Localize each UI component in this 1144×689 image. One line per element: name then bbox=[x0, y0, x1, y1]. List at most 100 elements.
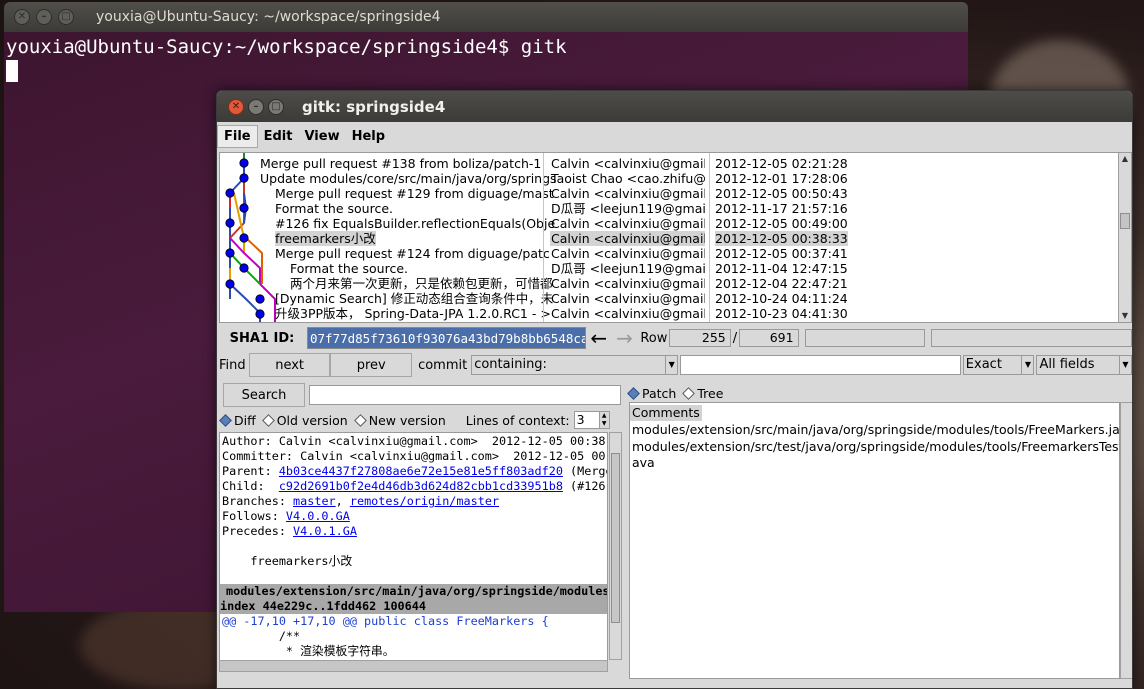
commit-author[interactable]: Calvin <calvinxiu@gmail. bbox=[551, 291, 705, 306]
commit-date[interactable]: 2012-12-05 00:37:41 bbox=[715, 246, 848, 261]
file-list-scrollbar[interactable] bbox=[1120, 402, 1132, 679]
maximize-icon[interactable]: □ bbox=[58, 9, 74, 25]
commit-summary[interactable]: 两个月来第一次更新，只是依赖包更新，可惜都 bbox=[290, 276, 553, 291]
author-column[interactable]: Calvin <calvinxiu@gmail. Taoist Chao <ca… bbox=[543, 153, 705, 322]
commit-date[interactable]: 2012-12-05 02:21:28 bbox=[715, 156, 848, 171]
history-scrollbar[interactable]: ▲ ▼ bbox=[1118, 153, 1131, 322]
menu-file[interactable]: File bbox=[217, 125, 258, 148]
parent-label: Parent: bbox=[222, 464, 279, 478]
commit-date[interactable]: 2012-12-05 00:50:43 bbox=[715, 186, 848, 201]
commit-date[interactable]: 2012-10-23 04:41:30 bbox=[715, 306, 848, 321]
file-item-continued[interactable]: ava bbox=[632, 455, 655, 471]
patch-label: Patch bbox=[642, 385, 677, 401]
commit-summary[interactable]: Merge pull request #129 from diguage/mas… bbox=[275, 186, 554, 201]
chevron-down-icon[interactable]: ▼ bbox=[1119, 356, 1131, 374]
commit-author[interactable]: Taoist Chao <cao.zhifu@g bbox=[551, 171, 705, 186]
commit-date[interactable]: 2012-12-05 00:49:00 bbox=[715, 216, 848, 231]
parent-link[interactable]: 4b03ce4437f27808ae6e72e15e81e5ff803adf20 bbox=[279, 464, 563, 478]
prev-button[interactable]: prev bbox=[330, 353, 413, 377]
menu-edit[interactable]: Edit bbox=[258, 126, 299, 147]
child-link[interactable]: c92d2691b0f2e4d46db3d624d82cbb1cd33951b8 bbox=[279, 479, 563, 493]
diff-radio[interactable]: Diff bbox=[219, 413, 256, 428]
new-version-radio[interactable]: New version bbox=[353, 412, 446, 428]
precedes-link[interactable]: V4.0.1.GA bbox=[293, 524, 357, 538]
commit-summary[interactable]: Merge pull request #124 from diguage/pat… bbox=[275, 246, 550, 261]
scroll-thumb[interactable] bbox=[1120, 213, 1130, 229]
menu-view[interactable]: View bbox=[298, 126, 345, 147]
commit-graph-column[interactable]: Merge pull request #138 from boliza/patc… bbox=[220, 153, 557, 322]
commit-summary[interactable]: Merge pull request #138 from boliza/patc… bbox=[260, 156, 541, 171]
minimize-icon[interactable]: – bbox=[248, 98, 264, 115]
commit-author[interactable]: D瓜哥 <leejun119@gmail bbox=[551, 201, 705, 216]
field-scope-select[interactable]: All fields ▼ bbox=[1036, 355, 1132, 375]
back-arrow-icon[interactable]: ← bbox=[586, 326, 612, 350]
commit-author[interactable]: Calvin <calvinxiu@gmail. bbox=[551, 216, 705, 231]
match-type-select[interactable]: Exact ▼ bbox=[962, 355, 1035, 375]
commit-summary[interactable]: Format the source. bbox=[275, 201, 393, 216]
commit-date-selected[interactable]: 2012-12-05 00:38:33 bbox=[715, 231, 848, 246]
gitk-titlebar[interactable]: ✕ – □ gitk: springside4 bbox=[217, 91, 1132, 122]
commit-summary[interactable]: #126 fix EqualsBuilder.reflectionEquals(… bbox=[275, 216, 555, 231]
sha-row: SHA1 ID: 07f77d85f73610f93076a43bd79b8bb… bbox=[217, 325, 1132, 351]
chevron-down-icon[interactable]: ▼ bbox=[665, 356, 677, 374]
scroll-down-icon[interactable]: ▼ bbox=[1119, 310, 1131, 322]
diff-horizontal-scrollbar[interactable] bbox=[219, 660, 608, 672]
branch-link[interactable]: remotes/origin/master bbox=[350, 494, 499, 508]
commit-author[interactable]: Calvin <calvinxiu@gmail. bbox=[551, 276, 705, 291]
progress-bar bbox=[804, 329, 926, 347]
tree-radio[interactable]: Tree bbox=[682, 386, 723, 401]
commit-summary[interactable]: [Dynamic Search] 修正动态组合查询条件中，未 bbox=[275, 291, 553, 306]
diff-text-pane[interactable]: Author: Calvin <calvinxiu@gmail.com> 201… bbox=[219, 432, 608, 672]
commit-author[interactable]: Calvin <calvinxiu@gmail. bbox=[551, 186, 705, 201]
search-input[interactable] bbox=[309, 385, 621, 405]
file-list-pane[interactable]: Comments modules/extension/src/main/java… bbox=[629, 402, 1120, 679]
lines-of-context-spinner[interactable]: 3 ▲ ▼ bbox=[573, 411, 610, 429]
comments-item[interactable]: Comments bbox=[630, 405, 702, 421]
gitk-window[interactable]: ✕ – □ gitk: springside4 File Edit View H… bbox=[216, 90, 1133, 689]
scroll-up-icon[interactable]: ▲ bbox=[1119, 153, 1131, 165]
menu-help[interactable]: Help bbox=[346, 126, 391, 147]
commit-author[interactable]: Calvin <calvinxiu@gmail. bbox=[551, 306, 705, 321]
close-icon[interactable]: ✕ bbox=[228, 98, 244, 115]
chevron-down-icon[interactable]: ▼ bbox=[1021, 356, 1033, 374]
commit-date[interactable]: 2012-12-04 22:47:21 bbox=[715, 276, 848, 291]
search-button[interactable]: Search bbox=[223, 383, 305, 407]
maximize-icon[interactable]: □ bbox=[268, 98, 284, 115]
scroll-thumb[interactable] bbox=[611, 453, 620, 623]
find-mode-select[interactable]: containing: ▼ bbox=[471, 355, 679, 375]
file-item[interactable]: modules/extension/src/test/java/org/spri… bbox=[632, 439, 1119, 455]
sha-label: SHA1 ID: bbox=[229, 330, 295, 346]
next-button[interactable]: next bbox=[248, 353, 331, 377]
commit-author[interactable]: Calvin <calvinxiu@gmail. bbox=[551, 246, 705, 261]
forward-arrow-icon[interactable]: → bbox=[612, 326, 638, 350]
commit-date[interactable]: 2012-10-24 04:11:24 bbox=[715, 291, 848, 306]
patch-radio[interactable]: Patch bbox=[627, 385, 677, 401]
sha-id-field[interactable]: 07f77d85f73610f93076a43bd79b8bb6548cab91 bbox=[306, 327, 586, 349]
minimize-icon[interactable]: – bbox=[36, 9, 52, 25]
commit-summary[interactable]: Format the source. bbox=[290, 261, 408, 276]
new-version-label: New version bbox=[368, 412, 446, 428]
find-input[interactable] bbox=[680, 355, 961, 375]
commit-summary[interactable]: Update modules/core/src/main/java/org/sp… bbox=[260, 171, 557, 186]
commit-author[interactable]: Calvin <calvinxiu@gmail. bbox=[551, 156, 705, 171]
follows-link[interactable]: V4.0.0.GA bbox=[286, 509, 350, 523]
commit-summary-selected[interactable]: freemarkers小改 bbox=[275, 231, 376, 246]
date-column[interactable]: 2012-12-05 02:21:28 2012-12-01 17:28:06 … bbox=[709, 153, 1118, 322]
commit-date[interactable]: 2012-11-04 12:47:15 bbox=[715, 261, 848, 276]
commit-author-selected[interactable]: Calvin <calvinxiu@gmail. bbox=[550, 231, 705, 246]
branch-link[interactable]: master bbox=[293, 494, 336, 508]
spinner-arrows-icon[interactable]: ▲ ▼ bbox=[598, 412, 609, 428]
commit-history[interactable]: Merge pull request #138 from boliza/patc… bbox=[219, 152, 1132, 323]
commit-summary[interactable]: 升级3PP版本， Spring-Data-JPA 1.2.0.RC1 - > bbox=[275, 306, 551, 321]
commit-date[interactable]: 2012-12-01 17:28:06 bbox=[715, 171, 848, 186]
commit-date[interactable]: 2012-11-17 21:57:16 bbox=[715, 201, 848, 216]
close-icon[interactable]: ✕ bbox=[14, 9, 30, 25]
commit-author[interactable]: D瓜哥 <leejun119@gmail bbox=[551, 261, 705, 276]
old-version-label: Old version bbox=[276, 412, 348, 428]
diff-scrollbar[interactable] bbox=[609, 432, 622, 660]
old-version-radio[interactable]: Old version bbox=[261, 412, 348, 428]
code-line: * 渲染模板字符串。 bbox=[222, 644, 395, 658]
terminal-titlebar[interactable]: ✕ – □ youxia@Ubuntu-Saucy: ~/workspace/s… bbox=[4, 2, 968, 32]
file-item[interactable]: modules/extension/src/main/java/org/spri… bbox=[632, 422, 1119, 438]
child-label: Child: bbox=[222, 479, 279, 493]
